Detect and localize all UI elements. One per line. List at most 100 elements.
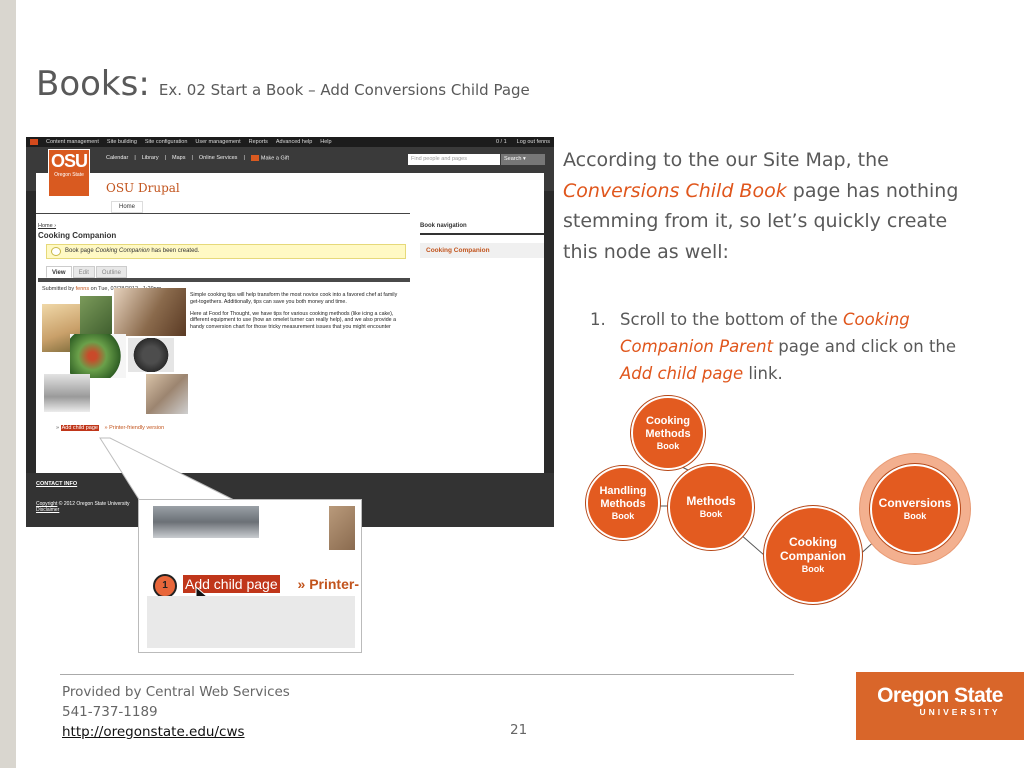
node-sub: Book — [656, 441, 680, 452]
printer-friendly-link[interactable]: » Printer-friendly version — [105, 425, 165, 431]
node-body: Simple cooking tips will help transform … — [190, 292, 402, 331]
site-map-diagram: Cooking Methods Book Handling Methods Bo… — [560, 390, 1000, 620]
status-suffix: has been created. — [149, 248, 200, 254]
nav-sep: | — [134, 155, 136, 161]
status-title: Cooking Companion — [95, 248, 150, 254]
step-part-a: Scroll to the bottom of the — [620, 310, 843, 329]
status-prefix: Book page — [65, 248, 96, 254]
osu-logo[interactable]: OSU Oregon State — [48, 149, 90, 197]
drupal-screenshot: Content management Site building Site co… — [26, 137, 554, 527]
zoom-printer-link[interactable]: » Printer- — [298, 576, 359, 592]
admin-menu-help[interactable]: Help — [320, 139, 331, 145]
zoom-photo-dough — [153, 506, 259, 538]
page-number: 21 — [510, 722, 528, 738]
photo-chef — [114, 288, 186, 336]
node-links: » Add child page » Printer-friendly vers… — [56, 425, 164, 431]
zoom-photo-cutter — [329, 506, 355, 550]
zoom-links: Add child page » Printer- — [183, 575, 359, 593]
nav-calendar[interactable]: Calendar — [106, 155, 128, 161]
breadcrumb[interactable]: Home › — [38, 223, 56, 229]
tab-home[interactable]: Home — [111, 201, 143, 213]
contact-info-link[interactable]: CONTACT INFO — [36, 481, 544, 487]
node-tabs: View Edit Outline — [46, 266, 127, 278]
tab-outline[interactable]: Outline — [95, 266, 127, 278]
book-navigation-block: Book navigation Cooking Companion — [420, 223, 544, 258]
site-name[interactable]: OSU Drupal — [106, 181, 180, 195]
photo-cutter — [146, 374, 188, 414]
tab-edit[interactable]: Edit — [72, 266, 95, 278]
logo-subtext: Oregon State — [54, 172, 84, 178]
node-cooking-methods: Cooking Methods Book — [631, 396, 705, 470]
admin-menu-site-config[interactable]: Site configuration — [145, 139, 188, 145]
photo-pan — [128, 338, 174, 372]
admin-menu-users[interactable]: User management — [195, 139, 240, 145]
footer-divider — [60, 674, 794, 675]
intro-part-a: According to the our Site Map, the — [563, 149, 889, 171]
slide-title-sub: Ex. 02 Start a Book – Add Conversions Ch… — [158, 81, 530, 99]
admin-menu-advanced-help[interactable]: Advanced help — [276, 139, 312, 145]
logo-text: OSU — [50, 151, 88, 171]
drupal-admin-icon[interactable] — [30, 139, 38, 145]
step-part-c: link. — [743, 364, 783, 383]
photo-salad — [70, 334, 126, 378]
gift-icon — [250, 155, 259, 161]
cws-url-link[interactable]: http://oregonstate.edu/cws — [62, 722, 290, 742]
node-sub: Book — [611, 511, 635, 522]
node-sub: Book — [699, 509, 723, 520]
node-title: Cooking Companion — [780, 534, 846, 563]
node-content: Submitted by fenns on Tue, 02/28/2012 - … — [38, 278, 410, 438]
body-paragraph: Simple cooking tips will help transform … — [190, 292, 398, 305]
book-nav-cooking-companion[interactable]: Cooking Companion — [420, 243, 544, 258]
node-cooking-companion: Cooking Companion Book — [764, 506, 862, 604]
add-child-page-link[interactable]: Add child page — [60, 425, 99, 431]
tab-view[interactable]: View — [46, 266, 72, 278]
search-button-label: Search — [504, 156, 522, 162]
admin-menu-content[interactable]: Content management — [46, 139, 99, 145]
admin-menu-reports[interactable]: Reports — [249, 139, 268, 145]
photo-dough — [44, 374, 90, 412]
link-separator: » — [56, 425, 60, 431]
photo-herbs — [80, 296, 112, 336]
intro-highlight: Conversions Child Book — [563, 179, 787, 202]
node-title: Handling Methods — [599, 484, 647, 510]
step-number-badge: 1 — [153, 574, 177, 598]
nav-online-services[interactable]: Online Services — [199, 155, 238, 161]
nav-maps[interactable]: Maps — [172, 155, 185, 161]
copyright-text: © 2012 Oregon State University — [57, 501, 130, 507]
step-number: 1. — [590, 310, 606, 329]
message-bubble-icon — [51, 247, 61, 256]
step-1: 1. Scroll to the bottom of the Cooking C… — [590, 306, 970, 387]
book-navigation-title: Book navigation — [420, 223, 544, 235]
submitted-prefix: Submitted by — [42, 286, 76, 292]
top-nav: Calendar | Library | Maps | Online Servi… — [106, 155, 289, 161]
header-divider — [36, 213, 410, 214]
node-methods: Methods Book — [668, 464, 754, 550]
logout-link[interactable]: Log out fenns — [517, 139, 550, 145]
provider-text: Provided by Central Web Services — [62, 684, 290, 700]
chevron-down-icon: ▾ — [522, 156, 526, 162]
phone-number: 541-737-1189 — [62, 704, 158, 720]
site-search-button[interactable]: Search ▾ — [501, 154, 545, 165]
zoom-callout: Add child page » Printer- 1 — [138, 499, 362, 653]
nav-sep: | — [164, 155, 167, 161]
slide-title-main: Books: — [36, 64, 150, 104]
nav-library[interactable]: Library — [142, 155, 159, 161]
author-link[interactable]: fenns — [76, 286, 89, 292]
brand-subtitle: UNIVERSITY — [919, 707, 1001, 717]
site-search-input[interactable]: Find people and pages — [408, 154, 500, 165]
osu-brand-logo: Oregon State UNIVERSITY — [856, 672, 1024, 740]
step-text: Scroll to the bottom of the Cooking Comp… — [590, 306, 970, 387]
credits: Provided by Central Web Services 541-737… — [62, 682, 290, 742]
intro-text: According to the our Site Map, the Conve… — [563, 145, 963, 267]
body-paragraph: Here at Food for Thought, we have tips f… — [190, 310, 397, 331]
disclaimer-link[interactable]: Disclaimer — [36, 507, 59, 513]
node-title: Methods — [686, 493, 736, 508]
nav-make-a-gift[interactable]: Make a Gift — [250, 155, 289, 162]
step-part-b: page and click on the — [773, 337, 957, 356]
nav-sep: | — [243, 155, 245, 161]
slide-left-bar — [0, 0, 16, 768]
zoom-footer-area — [147, 596, 355, 648]
food-photo-collage — [42, 288, 188, 414]
gift-label: Make a Gift — [260, 155, 289, 162]
admin-menu-site-building[interactable]: Site building — [107, 139, 137, 145]
